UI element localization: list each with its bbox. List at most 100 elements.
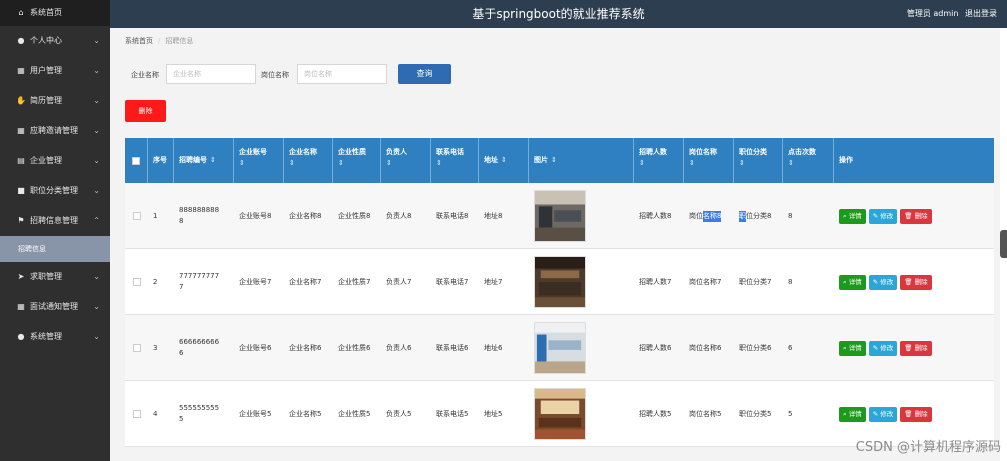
sidebar-item-jobseek[interactable]: ➤ 求职管理 ⌄ bbox=[0, 262, 110, 292]
delete-button[interactable]: 🗑 删除 bbox=[900, 208, 932, 224]
cell-company: 企业名称7 bbox=[289, 277, 322, 286]
cell-phone: 联系电话7 bbox=[436, 277, 469, 286]
row-select[interactable] bbox=[125, 183, 148, 249]
header-select-all[interactable] bbox=[125, 138, 148, 183]
sidebar-item-invitation[interactable]: ▦ 应聘邀请管理 ⌄ bbox=[0, 116, 110, 146]
detail-button[interactable]: ⌕ 详情 bbox=[839, 274, 866, 290]
sidebar-item-interview[interactable]: ▦ 面试通知管理 ⌄ bbox=[0, 292, 110, 322]
header-job[interactable]: 岗位名称 ⇕ bbox=[684, 138, 734, 183]
logout-link[interactable]: 退出登录 bbox=[965, 9, 997, 18]
sidebar-item-label: 应聘邀请管理 bbox=[30, 126, 78, 135]
office-photo-thumbnail[interactable] bbox=[534, 190, 586, 242]
row-select[interactable] bbox=[125, 249, 148, 315]
sidebar-item-system[interactable]: ● 系统管理 ⌄ bbox=[0, 322, 110, 352]
pencil-icon: ✎ bbox=[872, 343, 879, 352]
office-photo-thumbnail[interactable] bbox=[534, 388, 586, 440]
cell-code: 666666666 6 bbox=[179, 338, 220, 357]
sort-icon: ⇕ bbox=[239, 159, 245, 167]
header-nature[interactable]: 企业性质 ⇕ bbox=[333, 138, 381, 183]
sort-icon: ⇕ bbox=[386, 159, 392, 167]
sort-icon: ⇕ bbox=[436, 159, 442, 167]
cell-clicks: 5 bbox=[788, 409, 793, 418]
header-manager[interactable]: 负责人 ⇕ bbox=[381, 138, 431, 183]
sidebar-item-profile[interactable]: ● 个人中心 ⌄ bbox=[0, 26, 110, 56]
cell-count: 招聘人数8 bbox=[639, 211, 672, 220]
trash-icon: 🗑 bbox=[904, 409, 913, 418]
cell-account: 企业账号8 bbox=[239, 211, 272, 220]
sidebar-item-resume[interactable]: ✋ 简历管理 ⌄ bbox=[0, 86, 110, 116]
cell-count: 招聘人数7 bbox=[639, 277, 672, 286]
trash-icon: 🗑 bbox=[904, 277, 913, 286]
row-checkbox[interactable] bbox=[132, 344, 141, 352]
sidebar-subitem-recruitment-info[interactable]: 招聘信息 bbox=[0, 236, 110, 262]
header-address[interactable]: 地址 ⇕ bbox=[479, 138, 529, 183]
header-phone[interactable]: 联系电话 ⇕ bbox=[431, 138, 479, 183]
header-count[interactable]: 招聘人数 ⇕ bbox=[634, 138, 684, 183]
sidebar-item-label: 求职管理 bbox=[30, 272, 62, 281]
header-clicks[interactable]: 点击次数 ⇕ bbox=[783, 138, 834, 183]
delete-button[interactable]: 🗑 删除 bbox=[900, 406, 932, 422]
row-select[interactable] bbox=[125, 381, 148, 447]
sidebar-item-category[interactable]: ■ 职位分类管理 ⌄ bbox=[0, 176, 110, 206]
cell-company: 企业名称8 bbox=[289, 211, 322, 220]
sort-icon: ⇕ bbox=[639, 159, 645, 167]
chevron-down-icon: ⌄ bbox=[93, 156, 100, 165]
sidebar-item-label: 个人中心 bbox=[30, 36, 62, 45]
detail-button[interactable]: ⌕ 详情 bbox=[839, 406, 866, 422]
watermark: CSDN @计算机程序源码 bbox=[855, 440, 1001, 455]
header-image[interactable]: 图片 ⇕ bbox=[529, 138, 634, 183]
sidebar-item-users[interactable]: ▦ 用户管理 ⌄ bbox=[0, 56, 110, 86]
edit-button[interactable]: ✎ 修改 bbox=[868, 208, 898, 224]
grid-icon: ▦ bbox=[17, 302, 25, 311]
cell-clicks: 6 bbox=[788, 343, 793, 352]
cell-category: 职位分类5 bbox=[739, 409, 772, 418]
office-photo-thumbnail[interactable] bbox=[534, 256, 586, 308]
search-button[interactable]: 查询 bbox=[398, 64, 451, 84]
row-select[interactable] bbox=[125, 315, 148, 381]
header-category[interactable]: 职位分类 ⇕ bbox=[734, 138, 783, 183]
select-all-checkbox[interactable] bbox=[132, 157, 140, 165]
sidebar-item-home[interactable]: ⌂ 系统首页 bbox=[0, 0, 110, 26]
cell-image bbox=[529, 249, 634, 315]
recruitment-table: 序号 招聘编号 ⇕ 企业账号 ⇕ 企业名称 ⇕ 企业性质 ⇕ 负责人 ⇕ 联系电话 ⇕ 地址… bbox=[125, 138, 994, 447]
chevron-down-icon: ⌄ bbox=[93, 272, 100, 281]
job-input[interactable]: 岗位名称 bbox=[297, 64, 387, 84]
row-checkbox[interactable] bbox=[132, 212, 141, 220]
edit-button[interactable]: ✎ 修改 bbox=[868, 274, 898, 290]
detail-button[interactable]: ⌕ 详情 bbox=[839, 340, 866, 356]
side-collapse-handle[interactable] bbox=[1000, 230, 1007, 258]
sidebar-item-company[interactable]: ▤ 企业管理 ⌄ bbox=[0, 146, 110, 176]
batch-delete-button[interactable]: 删除 bbox=[125, 100, 166, 122]
search-icon: ⌕ bbox=[843, 211, 847, 220]
header-actions: 操作 bbox=[839, 156, 853, 164]
chevron-down-icon: ⌄ bbox=[93, 96, 100, 105]
breadcrumb-root[interactable]: 系统首页 bbox=[125, 37, 153, 45]
delete-button[interactable]: 🗑 删除 bbox=[900, 274, 932, 290]
edit-button[interactable]: ✎ 修改 bbox=[868, 406, 898, 422]
sidebar-item-recruitment[interactable]: ⚑ 招聘信息管理 ⌃ bbox=[0, 206, 110, 236]
header-account[interactable]: 企业账号 ⇕ bbox=[234, 138, 284, 183]
row-checkbox[interactable] bbox=[132, 278, 141, 286]
chevron-down-icon: ⌄ bbox=[93, 302, 100, 311]
header-code[interactable]: 招聘编号 ⇕ bbox=[174, 138, 234, 183]
breadcrumb-current: 招聘信息 bbox=[165, 37, 194, 45]
sidebar-item-label: 面试通知管理 bbox=[30, 302, 78, 311]
table-row: 3 666666666 6 企业账号6 企业名称6 企业性质6 负责人6 联系电话… bbox=[125, 315, 994, 381]
cell-image bbox=[529, 381, 634, 447]
delete-button[interactable]: 🗑 删除 bbox=[900, 340, 932, 356]
cell-address: 地址6 bbox=[484, 343, 503, 352]
row-checkbox[interactable] bbox=[132, 410, 141, 418]
company-input[interactable]: 企业名称 bbox=[166, 64, 256, 84]
edit-button[interactable]: ✎ 修改 bbox=[868, 340, 898, 356]
detail-button[interactable]: ⌕ 详情 bbox=[839, 208, 866, 224]
grid-icon: ▦ bbox=[17, 66, 25, 75]
cell-image bbox=[529, 183, 634, 249]
user-name: 管理员 admin bbox=[906, 9, 959, 18]
cell-index: 4 bbox=[153, 409, 158, 418]
office-photo-thumbnail[interactable] bbox=[534, 322, 586, 374]
cell-category: 职位分类6 bbox=[739, 343, 772, 352]
header-company[interactable]: 企业名称 ⇕ bbox=[284, 138, 333, 183]
cell-job: 岗位名称7 bbox=[689, 277, 722, 286]
sidebar-item-label: 系统首页 bbox=[30, 8, 62, 17]
cell-actions: ⌕ 详情 ✎ 修改 🗑 删除 bbox=[834, 315, 994, 381]
